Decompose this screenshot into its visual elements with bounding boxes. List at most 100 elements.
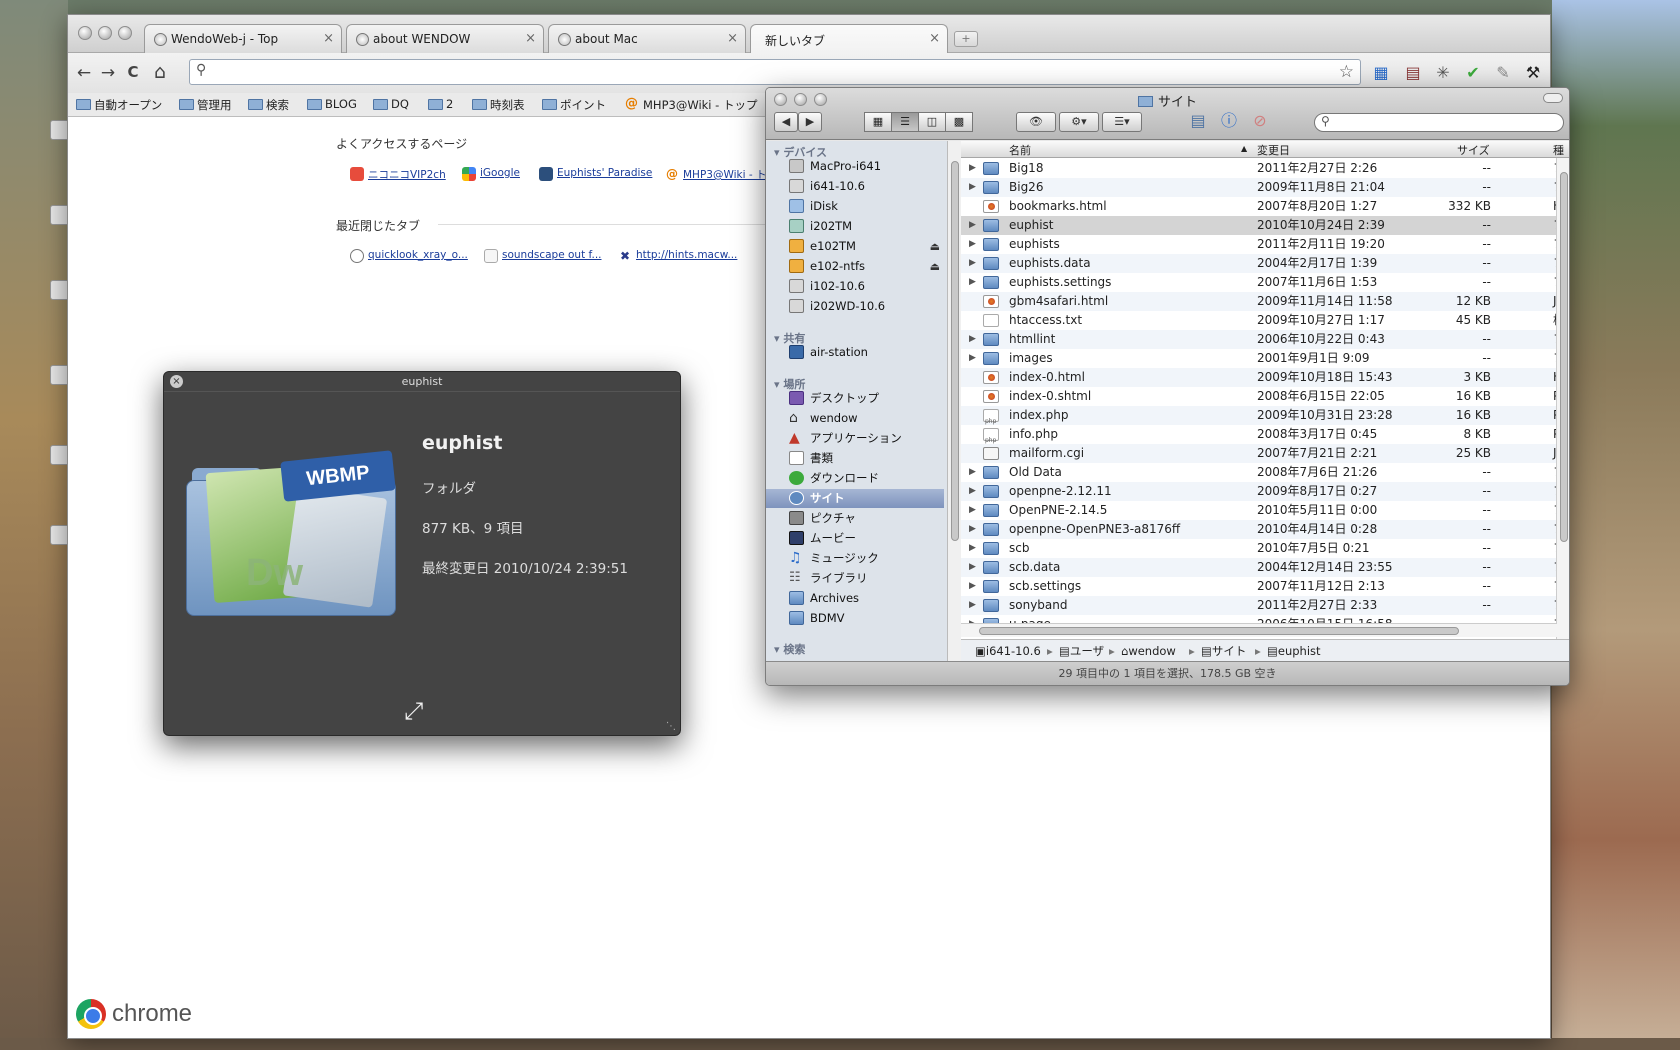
- file-row[interactable]: bookmarks.html2007年8月20日 1:27332 KBH: [961, 197, 1569, 216]
- most-visited-link[interactable]: Euphists' Paradise: [539, 167, 652, 181]
- sidebar-item-documents[interactable]: 書類: [766, 449, 944, 468]
- sidebar-item-sites[interactable]: サイト: [766, 489, 944, 508]
- sort-ascending-icon[interactable]: ▲: [1241, 144, 1247, 153]
- forward-button[interactable]: →: [98, 63, 118, 83]
- omnibox[interactable]: ⚲ ☆: [189, 59, 1361, 85]
- file-row[interactable]: index-0.html2009年10月18日 15:433 KBH: [961, 368, 1569, 387]
- close-icon[interactable]: ×: [525, 31, 536, 46]
- tab-about-wendow[interactable]: about WENDOW ×: [346, 24, 544, 53]
- reload-button[interactable]: C: [123, 63, 143, 81]
- disclosure-triangle-icon[interactable]: ▶: [969, 159, 976, 178]
- minimize-window-button[interactable]: [98, 26, 112, 40]
- back-button[interactable]: ←: [74, 63, 94, 83]
- file-row[interactable]: ▶images2001年9月1日 9:09--フ: [961, 349, 1569, 368]
- file-row[interactable]: ▶sonyband2011年2月27日 2:33--フ: [961, 596, 1569, 615]
- quicklook-button[interactable]: 👁: [1016, 112, 1056, 132]
- desktop-widget-tab[interactable]: [50, 445, 68, 465]
- disclosure-triangle-icon[interactable]: ▶: [969, 577, 976, 596]
- file-row[interactable]: ▶euphists.settings2007年11月6日 1:53--フ: [961, 273, 1569, 292]
- finder-search-input[interactable]: [1337, 116, 1552, 130]
- file-row[interactable]: ▶htmllint2006年10月22日 0:43--フ: [961, 330, 1569, 349]
- bookmark-folder[interactable]: DQ: [373, 97, 409, 111]
- sidebar-item-i202wd[interactable]: i202WD-10.6: [766, 297, 944, 316]
- file-row[interactable]: ▶openpne-2.12.112009年8月17日 0:27--フ: [961, 482, 1569, 501]
- path-item-home[interactable]: ⌂ wendow: [1121, 640, 1176, 662]
- path-item-volume[interactable]: ▣ i641-10.6: [975, 640, 1041, 662]
- file-row[interactable]: info.php2008年3月17日 0:458 KBP: [961, 425, 1569, 450]
- column-header-size[interactable]: サイズ: [1457, 142, 1490, 158]
- bookmark-folder[interactable]: 2: [428, 97, 453, 111]
- coverflow-view-button[interactable]: ▩: [945, 112, 973, 132]
- close-icon[interactable]: ×: [323, 31, 334, 46]
- bookmark-folder[interactable]: ポイント: [542, 97, 606, 113]
- fullscreen-icon[interactable]: ⤢: [404, 697, 423, 725]
- file-row[interactable]: htaccess.txt2009年10月27日 1:1745 KB標: [961, 311, 1569, 330]
- finder-search[interactable]: ⚲: [1314, 113, 1564, 132]
- path-item-sites[interactable]: ▤ サイト: [1201, 640, 1246, 662]
- new-folder-icon[interactable]: ▤: [1186, 112, 1210, 132]
- desktop-widget-tab[interactable]: [50, 365, 68, 385]
- close-icon[interactable]: ×: [727, 31, 738, 46]
- file-row[interactable]: gbm4safari.html2009年11月14日 11:5812 KBJe: [961, 292, 1569, 311]
- disclosure-triangle-icon[interactable]: ▶: [969, 178, 976, 197]
- close-icon[interactable]: ×: [170, 375, 183, 388]
- sidebar-item-e102-ntfs[interactable]: e102-ntfs ⏏: [766, 257, 944, 276]
- disclosure-triangle-icon[interactable]: ▶: [969, 254, 976, 273]
- wrench-icon[interactable]: ⚒: [1522, 62, 1544, 84]
- file-row[interactable]: mailform.cgi2007年7月21日 2:2125 KBJe: [961, 444, 1569, 463]
- sidebar-item-movies[interactable]: ムービー: [766, 529, 944, 548]
- sidebar-section-search[interactable]: ▾ 検索: [774, 641, 805, 657]
- translate-extension-icon[interactable]: ▦: [1370, 62, 1392, 84]
- recent-tab-link[interactable]: ✖ http://hints.macw...: [618, 249, 737, 263]
- home-button[interactable]: ⌂: [150, 61, 170, 83]
- column-header-kind[interactable]: 種: [1553, 142, 1564, 158]
- sidebar-scrollbar[interactable]: [947, 141, 961, 661]
- list-horizontal-scrollbar[interactable]: [961, 623, 1557, 637]
- sidebar-item-applications[interactable]: ▲ アプリケーション: [766, 429, 944, 448]
- bookmark-folder[interactable]: 時刻表: [472, 97, 525, 113]
- sidebar-item-e102tm[interactable]: e102TM ⏏: [766, 237, 944, 256]
- bug-extension-icon[interactable]: ✳: [1432, 62, 1454, 84]
- sidebar-item-pictures[interactable]: ピクチャ: [766, 509, 944, 528]
- bookmark-link[interactable]: @ MHP3@Wiki - トップ: [625, 96, 757, 113]
- omnibox-input[interactable]: [216, 63, 1326, 82]
- most-visited-link[interactable]: ニコニコVIP2ch: [350, 167, 446, 182]
- recent-tab-link[interactable]: quicklook_xray_o...: [350, 249, 468, 263]
- list-view-button[interactable]: ☰: [891, 112, 919, 132]
- bookmark-folder[interactable]: BLOG: [307, 97, 357, 111]
- file-row[interactable]: index-0.shtml2008年6月15日 22:0516 KBP: [961, 387, 1569, 406]
- sidebar-item-macpro[interactable]: MacPro-i641: [766, 157, 944, 176]
- sidebar-item-idisk[interactable]: iDisk: [766, 197, 944, 216]
- sidebar-item-bdmv[interactable]: BDMV: [766, 609, 944, 628]
- file-row[interactable]: ▶Old Data2008年7月6日 21:26--フ: [961, 463, 1569, 482]
- file-row[interactable]: ▶scb2010年7月5日 0:21--フ: [961, 539, 1569, 558]
- arrange-button[interactable]: ☰▾: [1102, 112, 1142, 132]
- disclosure-triangle-icon[interactable]: ▶: [969, 558, 976, 577]
- info-icon[interactable]: ⓘ: [1218, 112, 1240, 132]
- disclosure-triangle-icon[interactable]: ▶: [969, 235, 976, 254]
- scroll-thumb[interactable]: [951, 161, 959, 541]
- back-button[interactable]: ◀: [774, 112, 798, 132]
- sidebar-item-air-station[interactable]: air-station: [766, 343, 944, 362]
- column-header-name[interactable]: 名前: [1009, 142, 1031, 158]
- eject-icon[interactable]: ⏏: [930, 257, 940, 276]
- action-gear-button[interactable]: ⚙▾: [1059, 112, 1099, 132]
- disclosure-triangle-icon[interactable]: ▶: [969, 596, 976, 615]
- file-row[interactable]: ▶OpenPNE-2.14.52010年5月11日 0:00--フ: [961, 501, 1569, 520]
- file-row[interactable]: ▶euphists.data2004年2月17日 1:39--フ: [961, 254, 1569, 273]
- sidebar-item-desktop[interactable]: デスクトップ: [766, 389, 944, 408]
- file-row[interactable]: ▶Big182011年2月27日 2:26--フ: [961, 159, 1569, 178]
- sidebar-item-library[interactable]: ☷ ライブラリ: [766, 569, 944, 588]
- file-row[interactable]: ▶scb.settings2007年11月12日 2:13--フ: [961, 577, 1569, 596]
- bookmark-folder[interactable]: 管理用: [179, 97, 232, 113]
- file-row[interactable]: ▶Big262009年11月8日 21:04--フ: [961, 178, 1569, 197]
- eject-icon[interactable]: ⏏: [930, 237, 940, 256]
- desktop-widget-tab[interactable]: [50, 120, 68, 140]
- file-row[interactable]: ▶scb.data2004年12月14日 23:55--フ: [961, 558, 1569, 577]
- most-visited-link[interactable]: iGoogle: [462, 167, 520, 181]
- bookmark-folder[interactable]: 自動オープン: [76, 97, 162, 113]
- scroll-thumb[interactable]: [1560, 172, 1568, 542]
- sidebar-item-i641[interactable]: i641-10.6: [766, 177, 944, 196]
- pen-extension-icon[interactable]: ✎: [1492, 62, 1514, 84]
- disclosure-triangle-icon[interactable]: ▶: [969, 273, 976, 292]
